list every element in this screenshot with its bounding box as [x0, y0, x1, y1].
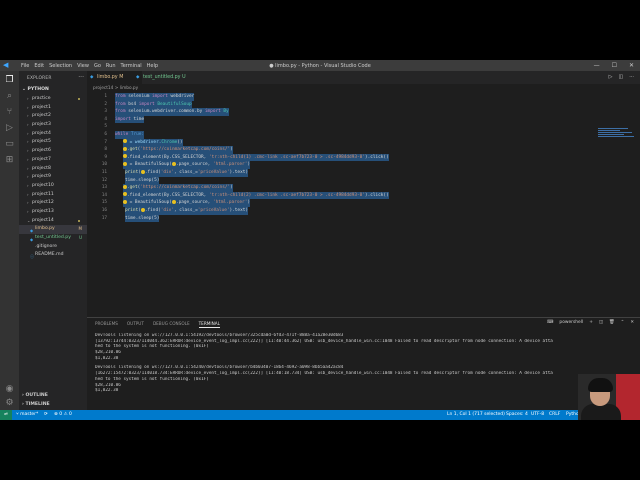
add-terminal-icon[interactable]: + — [589, 320, 593, 325]
problems-status[interactable]: ⊗ 0 ⚠ 0 — [54, 410, 72, 420]
tree-folder[interactable]: › project2 — [19, 112, 87, 121]
tree-folder[interactable]: › project1 — [19, 104, 87, 113]
tab-problems[interactable]: PROBLEMS — [95, 321, 118, 328]
tree-folder[interactable]: › practice — [19, 95, 87, 104]
sync-icon[interactable]: ⟳ — [44, 410, 48, 420]
extensions-icon[interactable]: ⊞ — [4, 155, 15, 166]
window-controls: — ☐ ✕ — [594, 62, 634, 69]
close-panel-icon[interactable]: ✕ — [630, 320, 634, 325]
workspace-section[interactable]: ⌄ PYTHON — [22, 87, 49, 92]
chevron-right-icon: › — [27, 139, 29, 145]
editor-actions: ▷ ◫ ··· — [609, 74, 634, 80]
terminal-shell-select[interactable]: powershell — [559, 320, 583, 325]
source-control-icon[interactable]: ⑂ — [4, 107, 15, 118]
bottom-panel: PROBLEMS OUTPUT DEBUG CONSOLE TERMINAL ⌨… — [87, 317, 640, 411]
tree-file-readme[interactable]: ⓘ README.md — [19, 251, 87, 260]
vscode-window: ◀ File Edit Selection View Go Run Termin… — [0, 60, 640, 420]
close-icon[interactable]: ✕ — [629, 62, 634, 69]
python-file-icon: ◆ — [136, 75, 140, 80]
tab-output[interactable]: OUTPUT — [127, 321, 144, 328]
modified-dot-icon — [78, 98, 80, 100]
panel-tabs: PROBLEMS OUTPUT DEBUG CONSOLE TERMINAL — [95, 321, 220, 328]
chevron-right-icon: › — [27, 156, 29, 162]
encoding-status[interactable]: UTF-8 — [531, 410, 544, 420]
chevron-up-icon[interactable]: ⌃ — [621, 320, 625, 325]
tree-folder[interactable]: › project12 — [19, 199, 87, 208]
chevron-right-icon: › — [27, 122, 29, 128]
explorer-sidebar: EXPLORER ··· ⌄ PYTHON › practice › project… — [19, 71, 87, 410]
webcam-overlay — [578, 374, 640, 420]
status-bar: ⇌ ⑂ master* ⟳ ⊗ 0 ⚠ 0 Ln 1, Col 1 (717 s… — [0, 410, 640, 420]
run-icon[interactable]: ▷ — [609, 74, 613, 80]
tree-folder[interactable]: › project5 — [19, 138, 87, 147]
tree-file-limbo[interactable]: ◆ limbo.py M — [19, 225, 87, 234]
timeline-section[interactable]: › TIMELINE — [22, 402, 50, 407]
minimap[interactable] — [598, 128, 636, 142]
outline-section[interactable]: › OUTLINE — [22, 393, 48, 398]
account-icon[interactable]: ◉ — [4, 384, 15, 395]
maximize-icon[interactable]: ☐ — [612, 62, 617, 69]
branch-status[interactable]: ⑂ master* — [16, 410, 38, 420]
activity-bar: ❐ ⌕ ⑂ ▷ ▭ ⊞ ◉ ⚙ — [0, 71, 19, 410]
modified-dot-icon — [78, 219, 80, 222]
chevron-right-icon: › — [27, 148, 29, 154]
indentation-status[interactable]: Spaces: 4 — [506, 410, 528, 420]
chevron-down-icon: ⌄ — [27, 217, 31, 223]
remote-icon[interactable]: ⇌ — [0, 410, 12, 420]
tab-debug-console[interactable]: DEBUG CONSOLE — [153, 321, 190, 328]
tree-folder[interactable]: › project7 — [19, 156, 87, 165]
tab-test-untitled[interactable]: ◆ test_untitled.py U — [133, 71, 203, 84]
more-actions-icon[interactable]: ··· — [78, 74, 84, 81]
split-editor-icon[interactable]: ◫ — [618, 74, 623, 80]
python-file-icon: ◆ — [90, 75, 94, 80]
run-debug-icon[interactable]: ▷ — [4, 123, 15, 134]
eol-status[interactable]: CRLF — [549, 410, 560, 420]
tree-folder[interactable]: ⌄ project14 — [19, 217, 87, 226]
chevron-right-icon: › — [27, 200, 29, 206]
chevron-right-icon: › — [27, 104, 29, 110]
tree-file-gitignore[interactable]: .gitignore — [19, 243, 87, 252]
remote-explorer-icon[interactable]: ▭ — [4, 139, 15, 150]
tree-folder[interactable]: › project3 — [19, 121, 87, 130]
title-bar: ◀ File Edit Selection View Go Run Termin… — [0, 60, 640, 71]
minimize-icon[interactable]: — — [594, 62, 600, 69]
tree-folder[interactable]: › project4 — [19, 130, 87, 139]
chevron-right-icon: › — [27, 182, 29, 188]
explorer-icon[interactable]: ❐ — [4, 75, 15, 86]
tree-file-test-untitled[interactable]: ◆ test_untitled.py U — [19, 234, 87, 243]
tree-folder[interactable]: › project10 — [19, 182, 87, 191]
tree-folder[interactable]: › project8 — [19, 165, 87, 174]
panel-actions: ⌨ powershell + ◫ 🗑 ⌃ ✕ — [547, 320, 634, 325]
chevron-right-icon: › — [27, 113, 29, 119]
cursor-position[interactable]: Ln 1, Col 1 (717 selected) — [447, 410, 505, 420]
explorer-header: EXPLORER — [27, 76, 52, 81]
window-title: ● limbo.py - Python - Visual Studio Code — [269, 63, 371, 69]
tab-terminal[interactable]: TERMINAL — [198, 321, 220, 328]
tree-folder[interactable]: › project9 — [19, 173, 87, 182]
terminal-line: $1,822.38 — [95, 388, 119, 394]
info-icon: ⓘ — [30, 254, 34, 260]
terminal-output[interactable]: DevTools listening on ws://127.0.0.1:541… — [95, 333, 635, 394]
chevron-right-icon: › — [27, 174, 29, 180]
tree-folder[interactable]: › project13 — [19, 208, 87, 217]
more-actions-icon[interactable]: ··· — [629, 74, 634, 80]
trash-icon[interactable]: 🗑 — [609, 320, 615, 325]
chevron-right-icon: › — [27, 165, 29, 171]
chevron-right-icon: › — [27, 96, 29, 101]
split-terminal-icon[interactable]: ◫ — [599, 320, 603, 325]
chevron-right-icon: › — [27, 208, 29, 214]
chevron-right-icon: › — [27, 130, 29, 136]
chevron-right-icon: › — [27, 191, 29, 197]
editor-tabs: ◆ limbo.py M ◆ test_untitled.py U ▷ ◫ ··· — [87, 71, 640, 84]
search-icon[interactable]: ⌕ — [4, 91, 15, 102]
file-tree: › practice › project1 › project2 › project3 … — [19, 95, 87, 260]
tree-folder[interactable]: › project6 — [19, 147, 87, 156]
gear-icon[interactable]: ⚙ — [4, 398, 15, 409]
breadcrumb[interactable]: project14 > limbo.py — [93, 86, 138, 91]
code-editor[interactable]: 1 from selenium import webdriver 2 from bs… — [87, 93, 640, 318]
terminal-shell-icon: ⌨ — [547, 320, 554, 325]
tree-folder[interactable]: › project11 — [19, 191, 87, 200]
